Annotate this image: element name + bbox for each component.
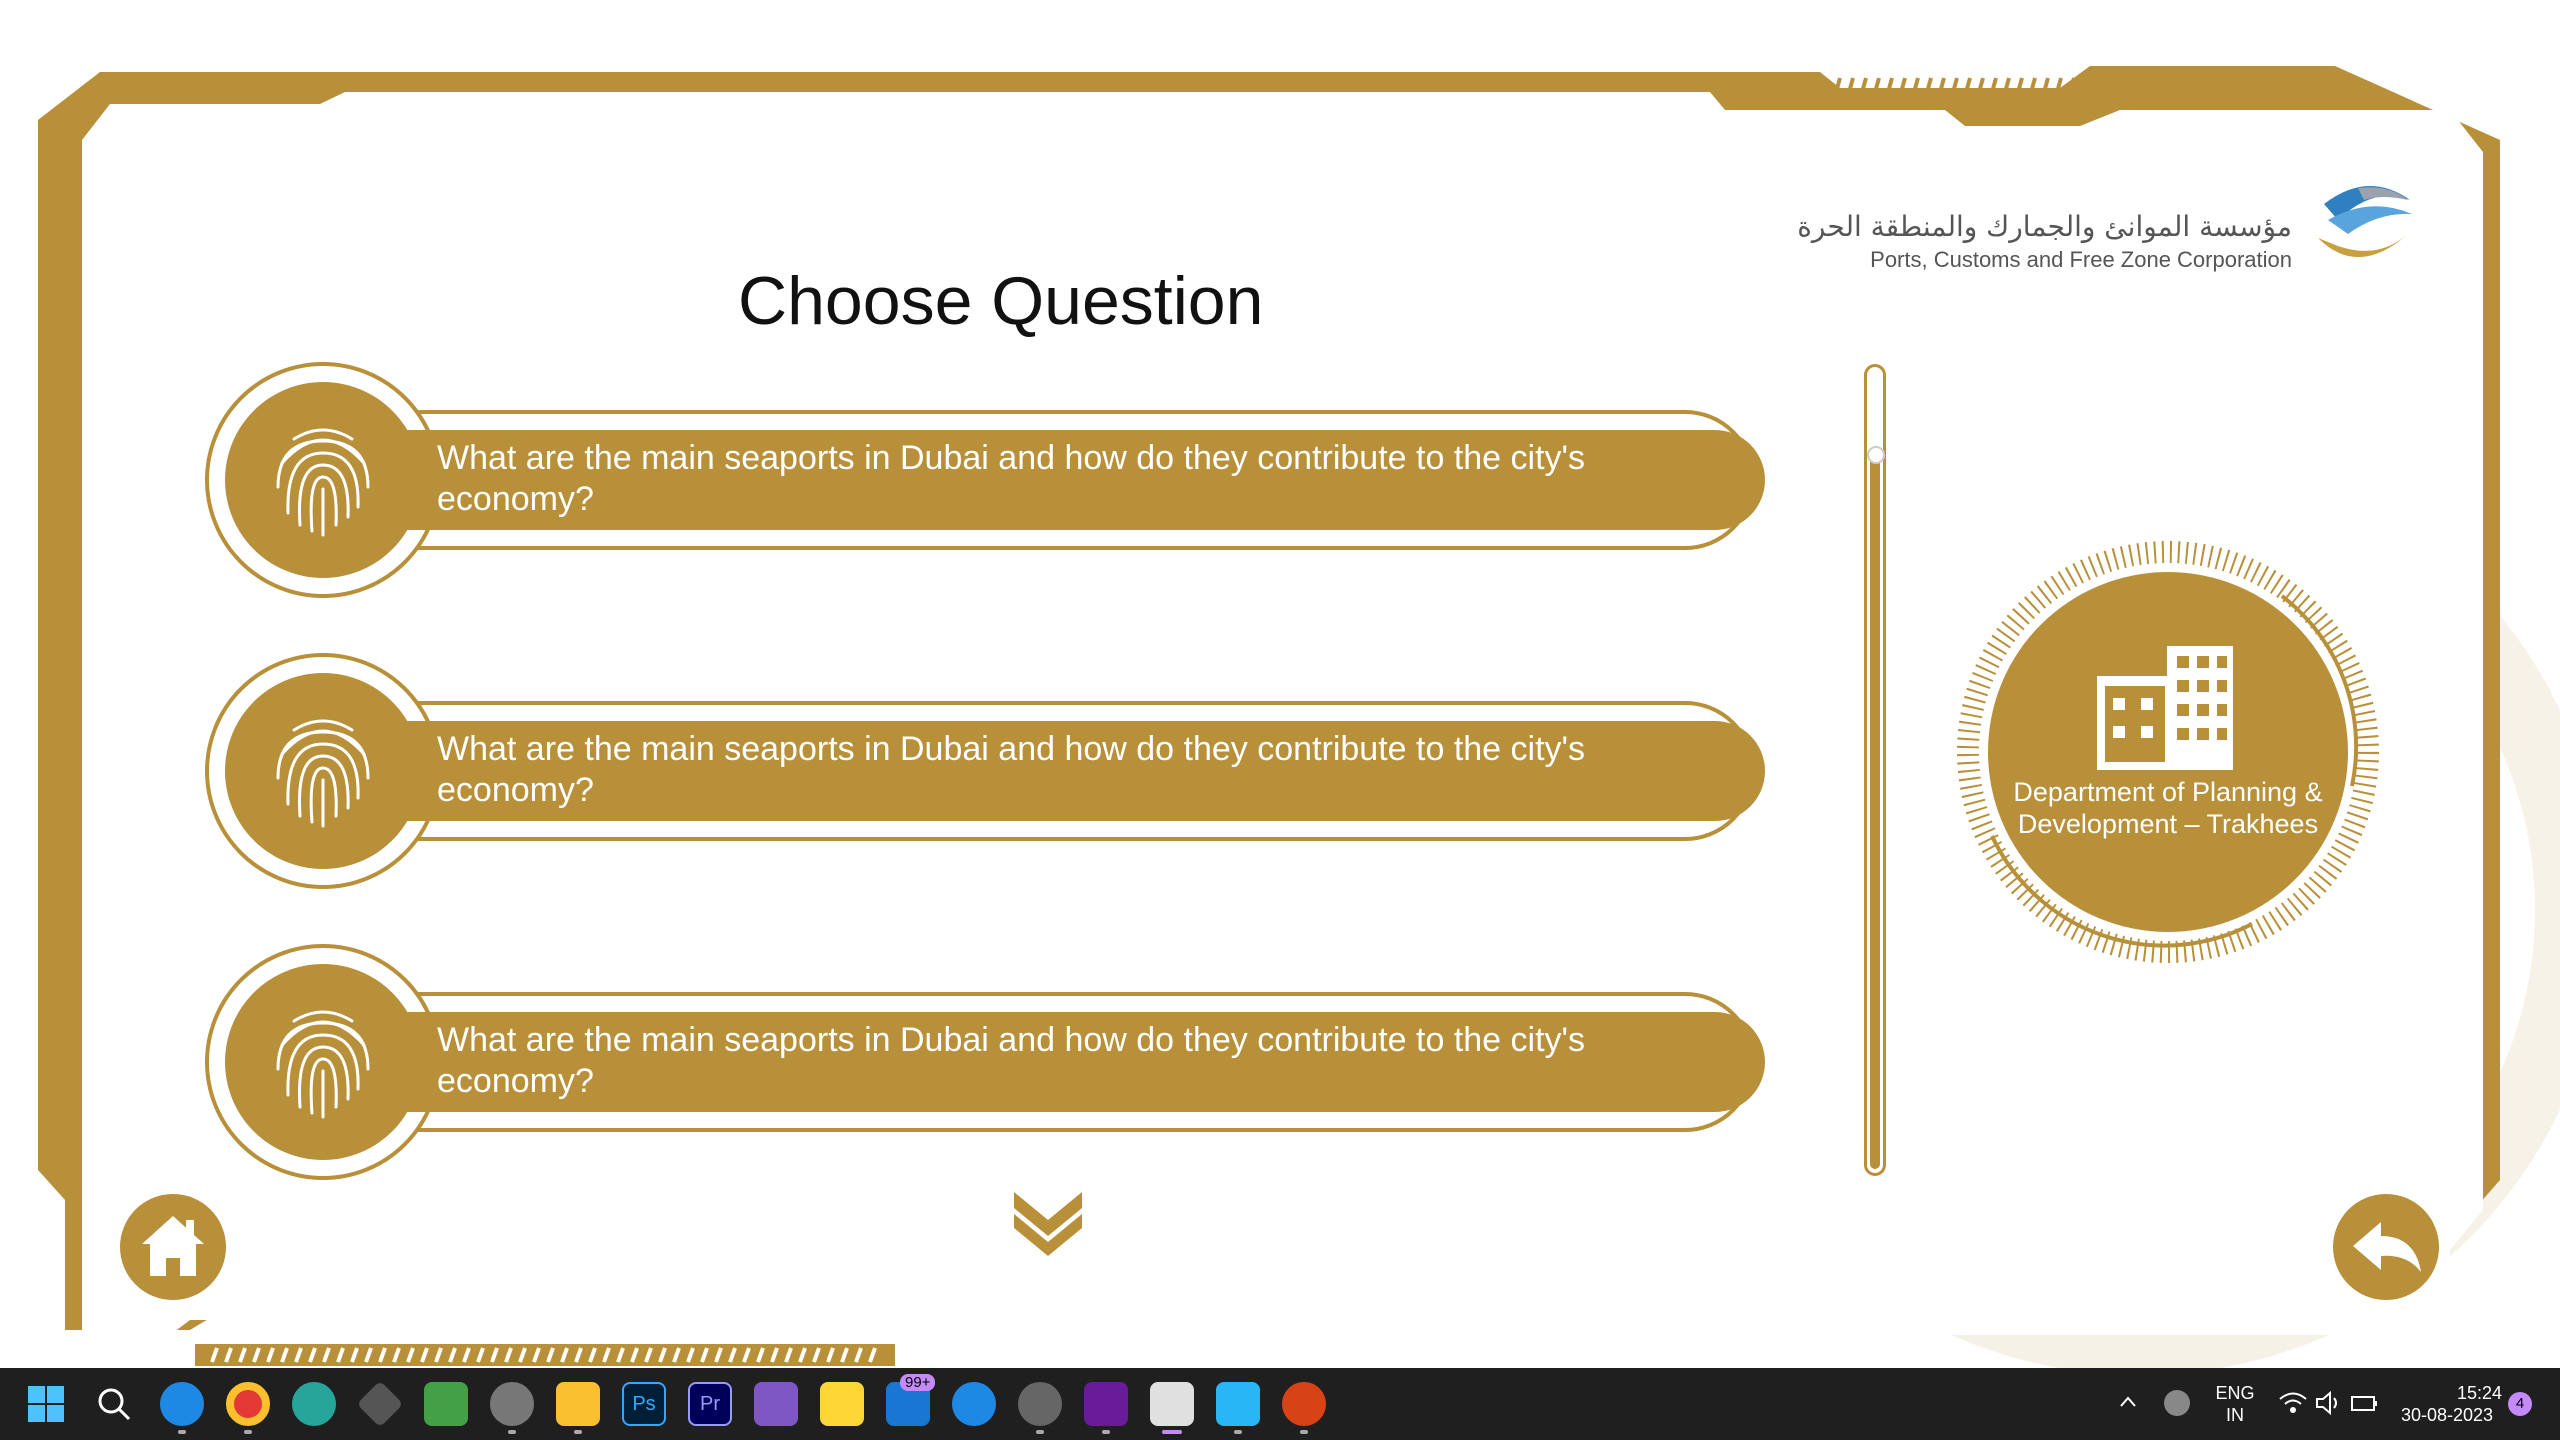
wifi-icon[interactable] <box>2278 1390 2308 1416</box>
unity-hub-icon[interactable] <box>356 1380 404 1428</box>
home-button[interactable] <box>120 1194 226 1300</box>
question-card-1[interactable]: What are the main seaports in Dubai and … <box>205 360 1787 600</box>
clock[interactable]: 15:24 30-08-2023 <box>2392 1382 2502 1426</box>
fingerprint-icon <box>276 1010 370 1119</box>
page-title: Choose Question <box>738 263 1264 339</box>
running-indicator <box>574 1430 582 1434</box>
building-icon <box>2097 646 2233 770</box>
notepad-icon[interactable] <box>424 1382 468 1426</box>
running-indicator <box>1102 1430 1110 1434</box>
chrome-icon[interactable] <box>226 1382 270 1426</box>
logo-english-text: Ports, Customs and Free Zone Corporation <box>1870 247 2292 272</box>
back-button[interactable] <box>2333 1194 2439 1300</box>
language-code: ENG <box>2215 1383 2255 1403</box>
scrollbar-thumb[interactable] <box>1867 446 1885 464</box>
unity-editor-icon[interactable] <box>1018 1382 1062 1426</box>
department-badge[interactable]: Department of Planning & Development – T… <box>1952 536 2384 968</box>
question-text: What are the main seaports in Dubai and … <box>437 439 1586 518</box>
active-indicator <box>1162 1430 1182 1434</box>
home-icon <box>142 1216 204 1276</box>
running-indicator <box>508 1430 516 1434</box>
file-explorer-icon[interactable] <box>556 1382 600 1426</box>
edge-icon[interactable] <box>160 1382 204 1426</box>
question-text: What are the main seaports in Dubai and … <box>437 730 1586 809</box>
visual-studio-icon[interactable] <box>1084 1382 1128 1426</box>
globe-logo-icon <box>2308 170 2412 274</box>
back-arrow-icon <box>2353 1222 2421 1272</box>
running-indicator <box>1234 1430 1242 1434</box>
fingerprint-icon <box>276 719 370 828</box>
chevron-up-icon[interactable] <box>2118 1392 2138 1412</box>
scroll-down-button[interactable] <box>1012 1188 1084 1258</box>
clock-date: 30-08-2023 <box>2400 1405 2494 1425</box>
premiere-icon[interactable]: Pr <box>688 1382 732 1426</box>
language-indicator[interactable]: ENG IN <box>2210 1382 2260 1426</box>
battery-icon[interactable] <box>2350 1390 2380 1416</box>
question-text: What are the main seaports in Dubai and … <box>437 1021 1586 1100</box>
logo-arabic-text: مؤسسة الموانئ والجمارك والمنطقة الحرة <box>1797 210 2292 243</box>
powerpoint-icon[interactable] <box>1282 1382 1326 1426</box>
maps-icon[interactable] <box>952 1382 996 1426</box>
question-card-3[interactable]: What are the main seaports in Dubai and … <box>205 942 1787 1182</box>
volume-icon[interactable] <box>2314 1390 2344 1416</box>
department-label: Department of Planning & Development – T… <box>2013 777 2323 839</box>
question-scrollbar[interactable] <box>1864 364 1886 1176</box>
running-indicator <box>1036 1430 1044 1434</box>
running-indicator <box>178 1430 186 1434</box>
clock-time: 15:24 <box>2456 1383 2502 1403</box>
search-icon[interactable] <box>96 1386 132 1422</box>
notification-count[interactable]: 4 <box>2508 1392 2532 1416</box>
sticky-notes-icon[interactable] <box>820 1382 864 1426</box>
system-tray-app-icon[interactable] <box>2164 1390 2190 1416</box>
unity-icon[interactable] <box>490 1382 534 1426</box>
corporation-logo: مؤسسة الموانئ والجمارك والمنطقة الحرة Po… <box>1797 160 2440 290</box>
snipping-tool-icon[interactable] <box>1150 1382 1194 1426</box>
running-indicator <box>1300 1430 1308 1434</box>
clipchamp-icon[interactable] <box>754 1382 798 1426</box>
language-region: IN <box>2226 1405 2244 1425</box>
photos-icon[interactable] <box>1216 1382 1260 1426</box>
scrollbar-fill <box>1870 457 1880 1169</box>
start-menu-icon[interactable] <box>28 1386 64 1422</box>
edge-profile-icon[interactable] <box>292 1382 336 1426</box>
fingerprint-icon <box>276 428 370 537</box>
question-card-2[interactable]: What are the main seaports in Dubai and … <box>205 651 1787 891</box>
double-chevron-down-icon <box>1014 1192 1082 1256</box>
running-indicator <box>244 1430 252 1434</box>
windows-taskbar: Ps Pr 99+ ENG IN 15:24 30-08-2023 4 <box>0 1368 2560 1440</box>
photoshop-icon[interactable]: Ps <box>622 1382 666 1426</box>
mail-badge: 99+ <box>900 1374 936 1391</box>
